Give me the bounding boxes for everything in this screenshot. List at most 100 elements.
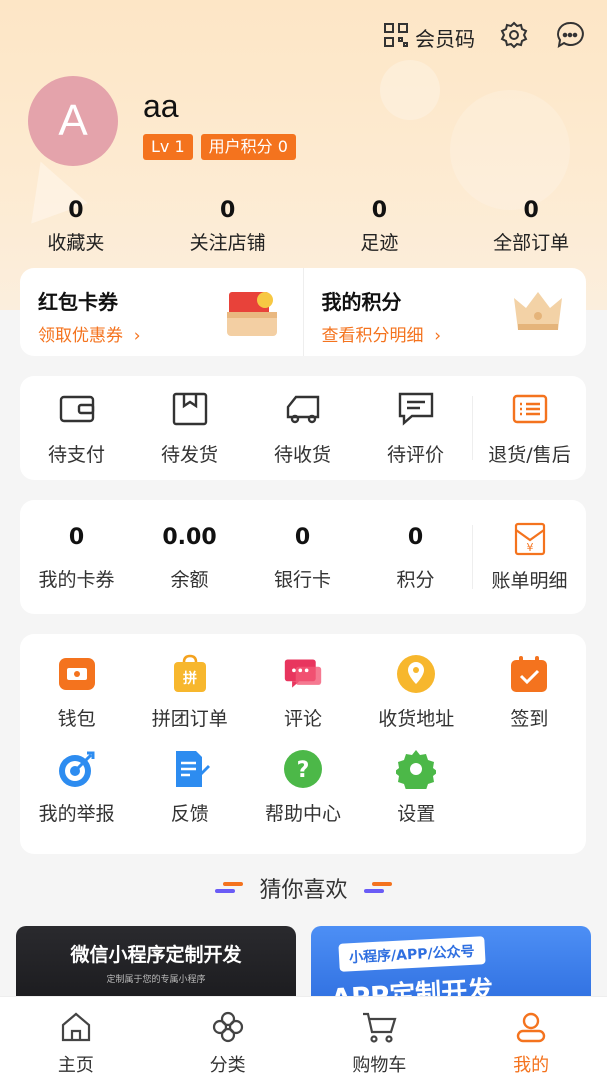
decoration-swash-icon (215, 882, 244, 894)
bottom-tab-bar: 主页 分类 购物车 我的 (0, 996, 607, 1080)
gear-color-icon (396, 749, 437, 789)
document-edit-icon (170, 749, 210, 789)
wallet-points[interactable]: 0 积分 (359, 523, 472, 592)
truck-icon (284, 390, 322, 428)
banner-tag: 小程序/APP/公众号 (338, 936, 486, 972)
list-icon (512, 390, 548, 428)
order-label: 待收货 (273, 443, 331, 466)
guess-title: 猜你喜欢 (259, 878, 348, 903)
stat-label: 关注店铺 (189, 232, 266, 254)
order-label: 待发货 (160, 443, 218, 466)
stat-value: 0 (219, 198, 236, 223)
member-code-button[interactable]: 会员码 (383, 22, 475, 53)
question-icon: ? (283, 749, 323, 789)
cart-icon (359, 1007, 399, 1047)
points-sub-label: 查看积分明细 (321, 326, 424, 346)
tab-label: 购物车 (352, 1055, 407, 1076)
stat-footprints[interactable]: 0 足迹 (304, 196, 456, 255)
target-icon (57, 749, 97, 789)
location-pin-icon (396, 654, 436, 694)
tool-label: 我的举报 (38, 803, 115, 825)
username: aa (143, 88, 179, 124)
home-icon (56, 1007, 96, 1047)
settings-button[interactable] (497, 20, 531, 54)
order-label: 待支付 (47, 443, 105, 466)
tab-home[interactable]: 主页 (0, 997, 152, 1080)
coupons-entry[interactable]: 红包卡券 领取优惠券 › (20, 268, 303, 356)
banner-title: 微信小程序定制开发 (70, 944, 242, 966)
tab-mine[interactable]: 我的 (455, 997, 607, 1080)
order-returns[interactable]: 退货/售后 (473, 390, 586, 467)
order-pending-review[interactable]: 待评价 (359, 390, 472, 467)
tool-address[interactable]: 收货地址 (360, 654, 473, 731)
wallet-value: 0 (68, 524, 85, 550)
stat-all-orders[interactable]: 0 全部订单 (455, 196, 607, 255)
svg-text:拼: 拼 (183, 670, 197, 687)
order-pending-payment[interactable]: 待支付 (20, 390, 133, 467)
wallet-balance[interactable]: 0.00 余额 (133, 523, 246, 592)
tool-label: 设置 (397, 803, 436, 825)
svg-text:?: ? (297, 758, 310, 783)
avatar[interactable]: A (28, 76, 118, 166)
tool-label: 签到 (510, 708, 549, 730)
order-pending-receipt[interactable]: 待收货 (246, 390, 359, 467)
product-card-left[interactable]: 微信小程序定制开发 定制属于您的专属小程序 (16, 926, 296, 1006)
tool-settings[interactable]: 设置 (360, 749, 473, 826)
tab-label: 我的 (513, 1055, 550, 1076)
chevron-right-icon: › (428, 326, 442, 346)
banner-subtitle: 定制属于您的专属小程序 (106, 975, 206, 985)
tool-check-in[interactable]: 签到 (473, 654, 586, 731)
stat-value: 0 (523, 198, 539, 223)
stat-favorites[interactable]: 0 收藏夹 (0, 196, 152, 255)
guess-you-like-header: 猜你喜欢 (0, 872, 607, 904)
tab-category[interactable]: 分类 (152, 997, 304, 1080)
stats-row: 0 收藏夹 0 关注店铺 0 足迹 0 全部订单 (0, 196, 607, 255)
member-code-label: 会员码 (415, 26, 475, 51)
wallet-card: 0 我的卡券 0.00 余额 0 银行卡 0 积分 ¥ 账单明细 (20, 500, 586, 614)
chevron-right-icon: › (128, 326, 141, 346)
messages-button[interactable] (553, 20, 587, 54)
points-badge: 用户积分 0 (200, 134, 296, 160)
chat-bubbles-icon (283, 654, 323, 694)
orders-card: 待支付 待发货 待收货 待评价 退货/售后 (20, 376, 586, 480)
tool-help-center[interactable]: ? 帮助中心 (246, 749, 359, 826)
comment-icon (398, 390, 434, 428)
tab-cart[interactable]: 购物车 (304, 997, 456, 1080)
decoration-swash-icon (363, 882, 392, 894)
wallet-coupons[interactable]: 0 我的卡券 (20, 523, 133, 592)
tool-report[interactable]: 我的举报 (20, 749, 133, 826)
tool-label: 帮助中心 (264, 803, 341, 825)
box-icon (172, 390, 208, 428)
stat-followed-shops[interactable]: 0 关注店铺 (152, 196, 304, 255)
top-actions: 会员码 (383, 20, 587, 54)
svg-text:¥: ¥ (526, 541, 533, 554)
wallet-icon (59, 390, 95, 428)
tool-comments[interactable]: 评论 (246, 654, 359, 731)
calendar-check-icon (509, 654, 549, 694)
bill-details[interactable]: ¥ 账单明细 (473, 522, 586, 593)
order-pending-shipment[interactable]: 待发货 (133, 390, 246, 467)
order-label: 退货/售后 (488, 443, 571, 466)
stat-label: 全部订单 (493, 232, 570, 254)
promo-card: 红包卡券 领取优惠券 › 我的积分 查看积分明细 › (20, 268, 586, 356)
crown-icon (510, 286, 566, 340)
tool-label: 钱包 (57, 708, 96, 730)
points-entry[interactable]: 我的积分 查看积分明细 › (302, 268, 587, 356)
stat-value: 0 (371, 198, 388, 223)
decoration-circle (380, 60, 440, 120)
wallet-bank-cards[interactable]: 0 银行卡 (246, 523, 359, 592)
qr-code-icon (383, 22, 409, 53)
tool-group-buy[interactable]: 拼 拼团订单 (133, 654, 246, 731)
wallet-value: 0.00 (162, 524, 217, 550)
user-icon (511, 1007, 551, 1047)
wallet-label: 我的卡券 (38, 568, 115, 591)
decoration-circle (450, 90, 570, 210)
tools-grid: 钱包 拼 拼团订单 评论 收货地址 签到 我的举报 反馈 ? 帮助中心 设置 (20, 654, 586, 826)
bill-envelope-icon: ¥ (514, 522, 546, 560)
tool-feedback[interactable]: 反馈 (133, 749, 246, 826)
group-buy-icon: 拼 (170, 654, 210, 694)
tool-wallet[interactable]: 钱包 (20, 654, 133, 731)
product-card-right[interactable]: 小程序/APP/公众号 APP定制开发 (311, 926, 591, 1006)
tab-label: 分类 (209, 1055, 246, 1076)
stat-label: 收藏夹 (47, 232, 105, 254)
